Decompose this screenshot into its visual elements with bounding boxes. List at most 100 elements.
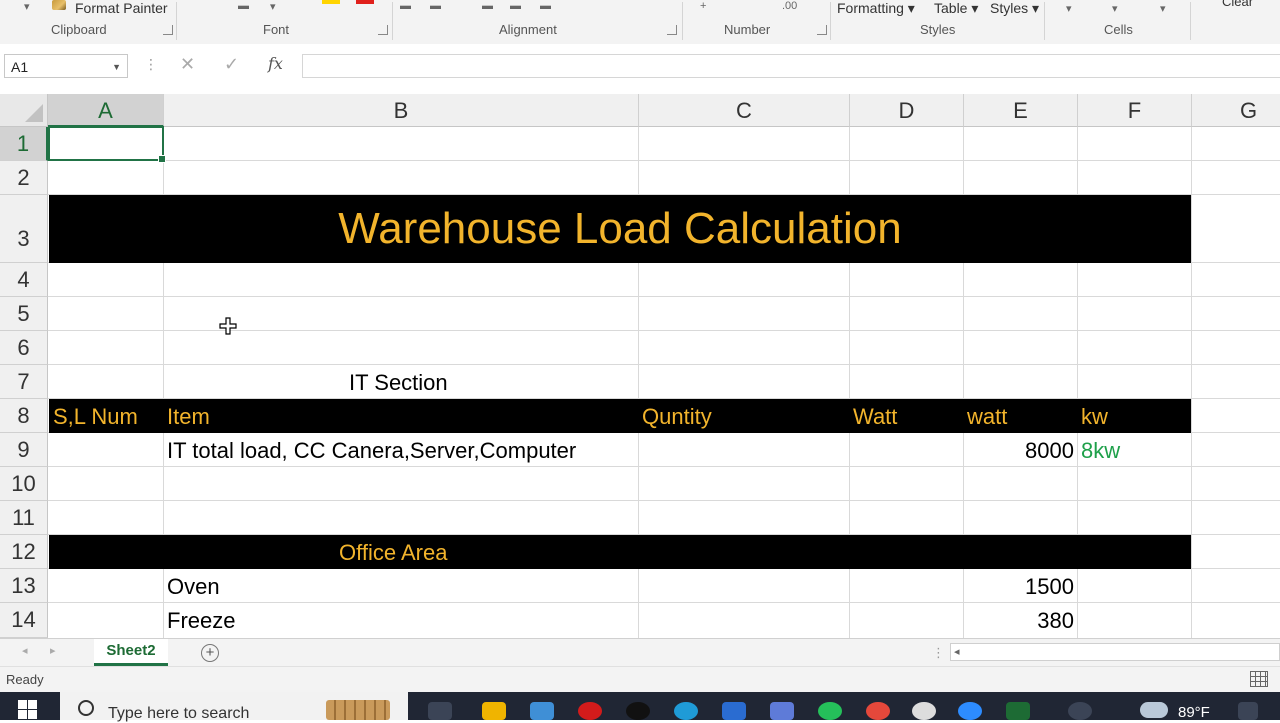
row-header-13[interactable]: 13 xyxy=(0,569,48,603)
cell-styles-button[interactable]: Styles ▾ xyxy=(990,0,1039,17)
column-header-b[interactable]: B xyxy=(164,94,639,127)
formula-input[interactable] xyxy=(302,54,1280,78)
font-size-icon[interactable]: ▬ xyxy=(238,0,249,12)
header-kw[interactable]: kw xyxy=(1081,400,1108,433)
row-header-8[interactable]: 8 xyxy=(0,399,48,433)
windows-start-icon[interactable] xyxy=(18,700,38,720)
photos-icon[interactable] xyxy=(770,702,794,720)
it-section-label[interactable]: IT Section xyxy=(349,366,448,399)
insert-cells-dropdown-icon[interactable]: ▾ xyxy=(1066,2,1072,15)
cancel-icon[interactable]: ✕ xyxy=(180,54,195,75)
tab-split-grip-icon[interactable]: ⋮ xyxy=(932,645,945,661)
align-top-icon[interactable]: ▬ xyxy=(400,0,411,12)
row-header-10[interactable]: 10 xyxy=(0,467,48,501)
currency-icon[interactable]: + xyxy=(700,0,706,12)
store-icon[interactable] xyxy=(530,702,554,720)
horizontal-scrollbar[interactable]: ◂ xyxy=(950,643,1280,661)
scroll-left-arrow-icon[interactable]: ◂ xyxy=(954,645,960,658)
align-middle-icon[interactable]: ▬ xyxy=(430,0,441,12)
header-watt-total[interactable]: watt xyxy=(967,400,1007,433)
excel-icon[interactable] xyxy=(1006,702,1030,720)
header-watt[interactable]: Watt xyxy=(853,400,897,433)
row-header-4[interactable]: 4 xyxy=(0,263,48,297)
formula-bar-grip-icon[interactable]: ⋮ xyxy=(144,56,158,73)
active-cell-a1[interactable] xyxy=(48,126,166,163)
edge-icon[interactable] xyxy=(674,702,698,720)
tiktok-icon[interactable] xyxy=(626,702,650,720)
header-quantity[interactable]: Quntity xyxy=(642,400,712,433)
normal-view-icon[interactable] xyxy=(1250,671,1268,687)
header-item[interactable]: Item xyxy=(167,400,210,433)
whatsapp-icon[interactable] xyxy=(818,702,842,720)
name-box[interactable]: A1 ▼ xyxy=(4,54,128,78)
select-all-button[interactable] xyxy=(0,94,48,127)
it-load-item[interactable]: IT total load, CC Canera,Server,Computer xyxy=(167,434,576,467)
format-cells-dropdown-icon[interactable]: ▾ xyxy=(1160,2,1166,15)
freeze-item[interactable]: Freeze xyxy=(167,604,235,637)
delete-cells-dropdown-icon[interactable]: ▾ xyxy=(1112,2,1118,15)
decimal-icon[interactable]: .00 xyxy=(782,0,797,12)
oven-item[interactable]: Oven xyxy=(167,570,220,603)
row-header-5[interactable]: 5 xyxy=(0,297,48,331)
freeze-watt[interactable]: 380 xyxy=(964,604,1074,637)
row-header-3[interactable]: 3 xyxy=(0,195,48,263)
row-header-6[interactable]: 6 xyxy=(0,331,48,365)
font-launcher-icon[interactable] xyxy=(378,25,388,35)
align-left-icon[interactable]: ▬ xyxy=(482,0,493,12)
ribbon-divider xyxy=(1044,2,1045,40)
conditional-formatting-button[interactable]: Formatting ▾ xyxy=(837,0,915,17)
format-as-table-button[interactable]: Table ▾ xyxy=(934,0,978,17)
tab-scroll-left-icon[interactable]: ◂ xyxy=(22,644,28,657)
format-painter-icon[interactable] xyxy=(52,0,66,10)
column-header-c[interactable]: C xyxy=(639,94,850,127)
name-box-dropdown-icon[interactable]: ▼ xyxy=(112,55,121,79)
add-sheet-button[interactable]: + xyxy=(201,644,219,662)
opera-icon[interactable] xyxy=(578,702,602,720)
cut-arrow-icon[interactable]: ▾ xyxy=(24,0,30,13)
clipboard-launcher-icon[interactable] xyxy=(163,25,173,35)
clear-button[interactable]: Clear xyxy=(1222,0,1253,9)
chrome-icon[interactable] xyxy=(866,702,890,720)
alignment-launcher-icon[interactable] xyxy=(667,25,677,35)
column-header-a[interactable]: A xyxy=(48,94,164,127)
sheet-title[interactable]: Warehouse Load Calculation xyxy=(49,195,1191,263)
number-launcher-icon[interactable] xyxy=(817,25,827,35)
row-header-7[interactable]: 7 xyxy=(0,365,48,399)
search-highlight-image[interactable] xyxy=(326,700,390,720)
oven-watt[interactable]: 1500 xyxy=(964,570,1074,603)
font-color-dropdown-icon[interactable]: ▾ xyxy=(270,0,276,13)
it-load-kw[interactable]: 8kw xyxy=(1081,434,1120,467)
align-center-icon[interactable]: ▬ xyxy=(510,0,521,12)
align-right-icon[interactable]: ▬ xyxy=(540,0,551,12)
header-sl-num[interactable]: S,L Num xyxy=(53,400,138,433)
media-player-icon[interactable] xyxy=(912,702,936,720)
row-header-12[interactable]: 12 xyxy=(0,535,48,569)
worksheet-grid[interactable]: A B C D E F G 1 2 3 4 5 6 7 8 9 10 11 12… xyxy=(0,94,1280,638)
row-header-1[interactable]: 1 xyxy=(0,127,48,161)
file-explorer-icon[interactable] xyxy=(482,702,506,720)
sheet-tab-sheet2[interactable]: Sheet2 xyxy=(94,639,168,666)
row-header-2[interactable]: 2 xyxy=(0,161,48,195)
weather-icon[interactable] xyxy=(1140,702,1168,718)
column-header-g[interactable]: G xyxy=(1192,94,1280,127)
insert-function-button[interactable]: fx xyxy=(268,54,283,73)
row-header-14[interactable]: 14 xyxy=(0,603,48,638)
column-header-f[interactable]: F xyxy=(1078,94,1192,127)
font-color-icon[interactable] xyxy=(356,0,374,4)
move-cursor-icon xyxy=(219,317,237,335)
office-area-label[interactable]: Office Area xyxy=(339,536,447,569)
task-view-icon[interactable] xyxy=(428,702,452,720)
people-icon[interactable] xyxy=(1068,702,1092,720)
highlight-color-icon[interactable] xyxy=(322,0,340,4)
it-load-watt[interactable]: 8000 xyxy=(964,434,1074,467)
enter-check-icon[interactable]: ✓ xyxy=(224,54,239,75)
row-header-11[interactable]: 11 xyxy=(0,501,48,535)
column-header-e[interactable]: E xyxy=(964,94,1078,127)
column-header-d[interactable]: D xyxy=(850,94,964,127)
row-header-9[interactable]: 9 xyxy=(0,433,48,467)
system-tray-icon[interactable] xyxy=(1238,702,1258,720)
video-editor-icon[interactable] xyxy=(722,702,746,720)
zoom-icon[interactable] xyxy=(958,702,982,720)
format-painter-button[interactable]: Format Painter xyxy=(75,0,168,16)
tab-scroll-right-icon[interactable]: ▸ xyxy=(50,644,56,657)
